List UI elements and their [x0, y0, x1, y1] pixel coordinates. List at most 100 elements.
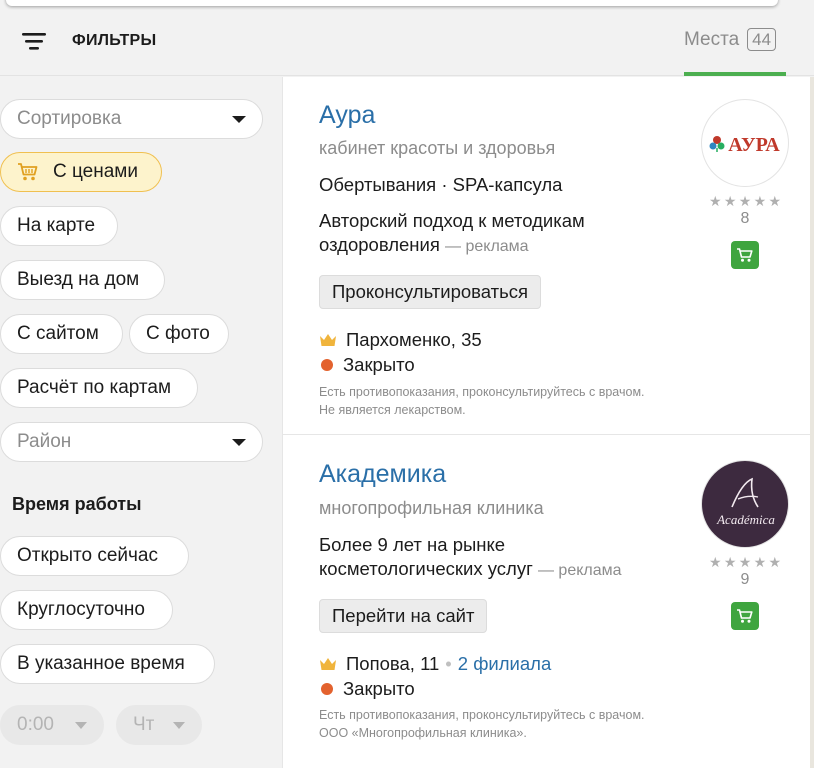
sort-select[interactable]: Сортировка — [0, 99, 263, 139]
filter-lines-icon — [22, 33, 46, 50]
result-status: Закрыто — [321, 678, 415, 700]
filter-at-time[interactable]: В указанное время — [0, 644, 215, 684]
visit-site-button[interactable]: Перейти на сайт — [319, 599, 488, 633]
rating-count: 8 — [740, 210, 750, 227]
cart-icon — [18, 163, 38, 181]
filter-with-prices[interactable]: С ценами — [0, 152, 162, 192]
tab-places-count: 44 — [747, 28, 777, 51]
star-icon: ★ — [723, 193, 737, 209]
rating-stars: ★ ★ ★ ★ ★ — [709, 194, 781, 208]
map-edge-strip — [810, 77, 814, 768]
filters-toggle-button[interactable]: ФИЛЬТРЫ — [20, 28, 156, 54]
filter-with-site-label: С сайтом — [17, 323, 99, 344]
district-select[interactable]: Район — [0, 422, 263, 462]
result-promo-line1: Авторский подход к методикам — [319, 210, 585, 231]
page: ФИЛЬТРЫ Места 44 Сортировка С ценами На … — [0, 0, 814, 768]
star-icon: ★ — [768, 193, 781, 209]
result-promo-text: косметологических услуг — [319, 558, 533, 579]
closed-dot-icon — [321, 359, 333, 371]
filter-round-the-clock-label: Круглосуточно — [17, 599, 145, 620]
sort-select-value: Сортировка — [17, 108, 122, 129]
star-icon: ★ — [738, 554, 752, 570]
search-box-edge[interactable] — [6, 0, 778, 6]
result-card[interactable]: Академика многопрофильная клиника Более … — [283, 436, 811, 768]
filter-on-map[interactable]: На карте — [0, 206, 118, 246]
result-status-text: Закрыто — [343, 354, 415, 375]
caret-down-icon — [232, 438, 246, 446]
ad-label: — реклама — [537, 562, 622, 579]
result-card[interactable]: Аура кабинет красоты и здоровья Обертыва… — [283, 77, 811, 435]
result-address-text: Пархоменко, 35 — [346, 329, 482, 350]
cart-icon — [737, 609, 753, 623]
result-status: Закрыто — [321, 354, 415, 376]
result-status-text: Закрыто — [343, 678, 415, 699]
filter-open-now[interactable]: Открыто сейчас — [0, 536, 189, 576]
aura-logo-text: АУРА — [728, 134, 780, 156]
result-name-link[interactable]: Аура — [319, 101, 375, 130]
filter-home-visit[interactable]: Выезд на дом — [0, 260, 165, 300]
header: ФИЛЬТРЫ Места 44 — [0, 10, 814, 76]
prices-cart-badge[interactable] — [731, 241, 759, 269]
prices-cart-badge[interactable] — [731, 602, 759, 630]
result-disclaimer-line2: ООО «Многопрофильная клиника». — [319, 726, 527, 740]
result-address: Попова, 11 • 2 филиала — [319, 653, 551, 675]
filter-card-payment[interactable]: Расчёт по картам — [0, 368, 198, 408]
crown-icon — [320, 334, 336, 346]
results-list: Аура кабинет красоты и здоровья Обертыва… — [282, 77, 811, 768]
result-disclaimer-line1: Есть противопоказания, проконсультируйте… — [319, 708, 645, 722]
filter-round-the-clock[interactable]: Круглосуточно — [0, 590, 173, 630]
cart-icon — [737, 248, 753, 262]
filter-with-prices-label: С ценами — [53, 161, 138, 182]
result-address: Пархоменко, 35 — [319, 329, 482, 351]
star-icon: ★ — [753, 193, 767, 209]
time-select[interactable]: 0:00 — [0, 705, 104, 745]
star-icon: ★ — [738, 193, 752, 209]
caret-down-icon — [232, 115, 246, 123]
closed-dot-icon — [321, 683, 333, 695]
result-services: Обертывания · SPA-капсула — [319, 174, 563, 195]
star-icon: ★ — [723, 554, 737, 570]
day-select-value: Чт — [133, 714, 155, 735]
filter-card-payment-label: Расчёт по картам — [17, 377, 172, 398]
filters-label: ФИЛЬТРЫ — [72, 32, 157, 49]
result-category: многопрофильная клиника — [319, 498, 544, 518]
result-disclaimer-line1: Есть противопоказания, проконсультируйте… — [319, 385, 645, 399]
result-disclaimer: Есть противопоказания, проконсультируйте… — [319, 383, 645, 419]
result-name-link[interactable]: Академика — [319, 460, 446, 489]
tab-places-label: Места — [684, 29, 740, 50]
filter-open-now-label: Открыто сейчас — [17, 545, 158, 566]
filter-with-photo[interactable]: С фото — [129, 314, 229, 354]
crown-icon — [320, 658, 336, 670]
result-promo-line2: косметологических услуг — реклама — [319, 558, 622, 580]
academica-logo-text: Académica — [716, 512, 775, 527]
time-select-value: 0:00 — [17, 714, 54, 735]
star-icon: ★ — [753, 554, 767, 570]
star-icon: ★ — [709, 193, 722, 209]
consult-button[interactable]: Проконсультироваться — [319, 275, 542, 309]
work-time-title: Время работы — [12, 494, 142, 514]
aura-logo[interactable]: АУРА — [701, 99, 789, 187]
filter-home-visit-label: Выезд на дом — [17, 269, 140, 290]
day-select[interactable]: Чт — [116, 705, 202, 745]
rating-count: 9 — [740, 571, 750, 588]
aura-logo-mark: АУРА — [709, 134, 780, 156]
result-promo-line1: Более 9 лет на рынке — [319, 534, 506, 555]
filter-at-time-label: В указанное время — [17, 653, 185, 674]
filter-with-site[interactable]: С сайтом — [0, 314, 123, 354]
result-disclaimer: Есть противопоказания, проконсультируйте… — [319, 706, 645, 742]
tab-active-underline — [684, 72, 786, 76]
result-category: кабинет красоты и здоровья — [319, 138, 556, 158]
result-promo-line2: оздоровления — реклама — [319, 234, 529, 256]
result-promo-text: оздоровления — [319, 234, 440, 255]
result-disclaimer-line2: Не является лекарством. — [319, 403, 466, 417]
caret-down-icon — [75, 721, 87, 729]
star-icon: ★ — [709, 554, 722, 570]
caret-down-icon — [173, 721, 185, 729]
ad-label: — реклама — [445, 238, 529, 255]
district-select-value: Район — [17, 431, 72, 452]
filters-panel: Сортировка С ценами На карте Выезд на до… — [0, 77, 282, 768]
branches-link[interactable]: 2 филиала — [458, 653, 552, 675]
filter-on-map-label: На карте — [17, 215, 96, 236]
tab-places[interactable]: Места 44 — [684, 26, 786, 76]
academica-logo[interactable]: Académica — [701, 460, 789, 548]
